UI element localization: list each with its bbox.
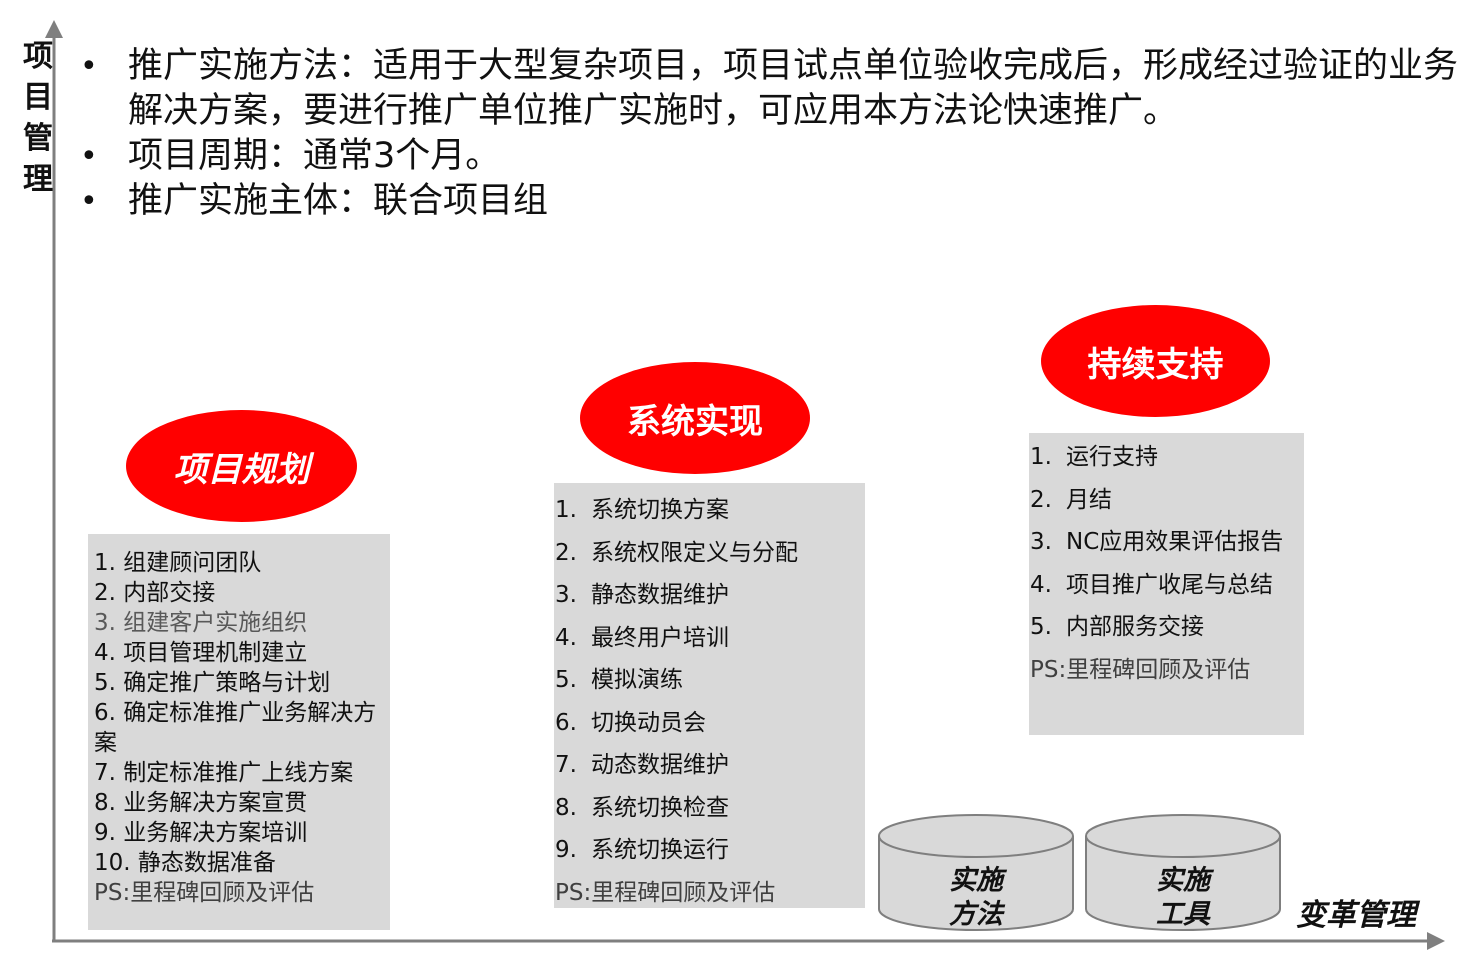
phase-oval-support: 持续支持 [1041,305,1270,417]
list-item: 1. 系统切换方案 [555,497,729,523]
list-item: 5. 模拟演练 [555,667,683,693]
phase-title: 项目规划 [173,449,310,490]
list-item: 1. 组建顾问团队 [94,550,262,576]
phase-box-planning: 1. 组建顾问团队 2. 内部交接 3. 组建客户实施组织 4. 项目管理机制建… [88,534,390,930]
milestone-note: PS:里程碑回顾及评估 [1030,656,1251,683]
y-axis-label-char: 管 [23,121,53,156]
list-item: 7. 动态数据维护 [555,752,729,778]
bullet-method: 推广实施方法：适用于大型复杂项目，项目试点单位验收完成后，形成经过验证的业务解决… [80,44,1465,134]
list-item: 6. 切换动员会 [555,709,706,736]
milestone-note: PS:里程碑回顾及评估 [555,879,776,906]
list-item: 10. 静态数据准备 [94,850,276,876]
intro-bullet-list: 推广实施方法：适用于大型复杂项目，项目试点单位验收完成后，形成经过验证的业务解决… [80,44,1465,224]
list-item: 1. 运行支持 [1030,444,1158,470]
phase-oval-planning: 项目规划 [126,410,357,522]
list-item: 2. 内部交接 [94,580,216,606]
phase-title: 系统实现 [627,401,763,442]
y-axis-label-char: 理 [23,162,53,197]
y-axis-label: 项 目 管 理 [20,36,56,200]
cylinder-label-method: 实施 方法 [949,865,1003,930]
list-item: 5. 内部服务交接 [1030,614,1204,640]
list-item: 2. 系统权限定义与分配 [555,539,798,566]
list-item: 3. 静态数据维护 [555,582,729,608]
phase-box-implementation: 1. 系统切换方案 2. 系统权限定义与分配 3. 静态数据维护 4. 最终用户培训 5… [554,483,865,908]
bullet-period: 项目周期：通常3个月。 [80,134,1465,179]
phase-box-support: 1. 运行支持 2. 月结 3. NC应用效果评估报告 4. 项目推广收尾与总结 5. 内… [1029,433,1304,735]
list-item: 9. 业务解决方案培训 [94,820,308,846]
list-item: 2. 月结 [1030,486,1112,513]
list-item: 3. NC应用效果评估报告 [1030,529,1284,555]
cylinder-label-tools: 实施 工具 [1156,865,1210,930]
list-item: 9. 系统切换运行 [555,837,729,863]
y-axis-label-char: 目 [23,80,53,115]
x-axis-arrow [1427,932,1445,950]
list-item: 4. 项目管理机制建立 [94,640,308,666]
list-item: 4. 项目推广收尾与总结 [1030,571,1273,598]
list-item: 7. 制定标准推广上线方案 [94,760,354,786]
phase-title: 持续支持 [1087,344,1224,385]
milestone-note: PS:里程碑回顾及评估 [94,880,315,906]
y-axis-label-char: 项 [23,39,53,74]
phase-oval-implementation: 系统实现 [580,362,810,474]
list-item: 3. 组建客户实施组织 [94,610,308,636]
bullet-subject: 推广实施主体：联合项目组 [80,179,1465,224]
x-axis-label: 变革管理 [1296,898,1416,933]
list-item: 8. 系统切换检查 [555,794,729,821]
list-item: 5. 确定推广策略与计划 [94,670,331,696]
list-item: 4. 最终用户培训 [555,624,729,651]
list-item: 6. 确定标准推广业务解决方案 [94,700,377,756]
list-item: 8. 业务解决方案宣贯 [94,790,308,816]
